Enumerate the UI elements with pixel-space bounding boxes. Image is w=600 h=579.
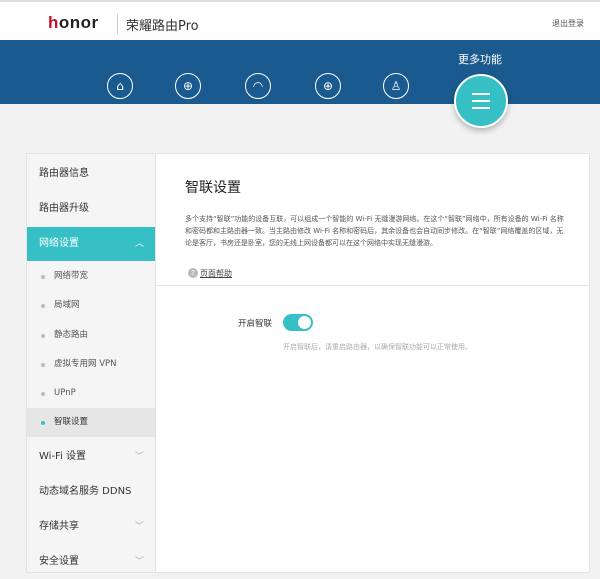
sidebar-item-label: Wi-Fi 设置 [39, 451, 87, 462]
globe-icon[interactable]: ⊕ [175, 73, 201, 99]
menu-icon-line [472, 100, 490, 102]
toggle-hint: 开启智联后，请重启路由器，以确保智联功能可以正常使用。 [283, 343, 472, 351]
top-header: honor 荣耀路由Pro 退出登录 [0, 0, 600, 40]
content-panel: 智联设置 多个支持“智联”功能的设备互联，可以组成一个智能的 Wi-Fi 无缝漫… [155, 153, 590, 573]
menu-button[interactable] [454, 74, 508, 128]
sidebar-item-security[interactable]: 安全设置 ﹀ [27, 545, 156, 579]
sidebar-item-ddns[interactable]: 动态域名服务 DDNS [27, 475, 156, 509]
wifi-icon[interactable]: ◠ [245, 73, 271, 99]
more-functions-label: 更多功能 [458, 53, 502, 66]
home-icon[interactable]: ⌂ [107, 73, 133, 99]
sidebar-subitem-lan[interactable]: 局域网 [27, 291, 156, 320]
toggle-knob [298, 316, 311, 329]
smart-link-toggle[interactable] [283, 314, 313, 331]
chevron-down-icon: ﹀ [134, 522, 144, 532]
sidebar-subitem-bandwidth[interactable]: 网络带宽 [27, 262, 156, 291]
menu-icon [472, 93, 490, 95]
chevron-down-icon: ﹀ [134, 557, 144, 567]
sidebar-subitem-smart-link[interactable]: 智联设置 [27, 408, 156, 437]
logout-link[interactable]: 退出登录 [552, 18, 584, 29]
chevron-down-icon: ﹀ [134, 452, 144, 462]
sidebar-item-router-upgrade[interactable]: 路由器升级 [27, 192, 156, 226]
sidebar-subitem-static-route[interactable]: 静态路由 [27, 321, 156, 350]
sidebar: 路由器信息 路由器升级 网络设置 ︿ 网络带宽 局域网 静态路由 虚拟专用网 VP… [26, 153, 156, 573]
honor-logo: honor [48, 13, 99, 32]
sidebar-item-label: 存储共享 [39, 521, 79, 532]
sidebar-item-wifi[interactable]: Wi-Fi 设置 ﹀ [27, 440, 156, 474]
toggle-label: 开启智联 [238, 319, 273, 329]
sidebar-item-label: 安全设置 [39, 556, 79, 567]
sidebar-item-label: 网络设置 [39, 238, 79, 249]
menu-icon-line [472, 107, 490, 109]
sidebar-item-router-info[interactable]: 路由器信息 [27, 157, 156, 191]
sidebar-item-label: 动态域名服务 DDNS [39, 486, 132, 497]
sidebar-subitem-upnp[interactable]: UPnP [27, 379, 156, 408]
network-globe-icon[interactable]: ⊕ [315, 73, 341, 99]
divider [156, 285, 589, 286]
divider [117, 14, 118, 34]
chevron-up-icon: ︿ [134, 239, 144, 249]
product-name: 荣耀路由Pro [126, 19, 199, 34]
sidebar-item-storage[interactable]: 存储共享 ﹀ [27, 510, 156, 544]
user-icon[interactable]: ♙ [383, 73, 409, 99]
nav-band [0, 40, 600, 104]
sidebar-item-label: 路由器升级 [39, 203, 89, 214]
page-help-link[interactable]: 页面帮助 [188, 268, 232, 279]
sidebar-item-network-settings[interactable]: 网络设置 ︿ [27, 227, 156, 261]
sidebar-item-label: 路由器信息 [39, 168, 89, 179]
sidebar-subitem-vpn[interactable]: 虚拟专用网 VPN [27, 350, 156, 379]
page-description: 多个支持“智联”功能的设备互联，可以组成一个智能的 Wi-Fi 无缝漫游网络。在… [185, 215, 564, 247]
page-title: 智联设置 [185, 180, 241, 196]
